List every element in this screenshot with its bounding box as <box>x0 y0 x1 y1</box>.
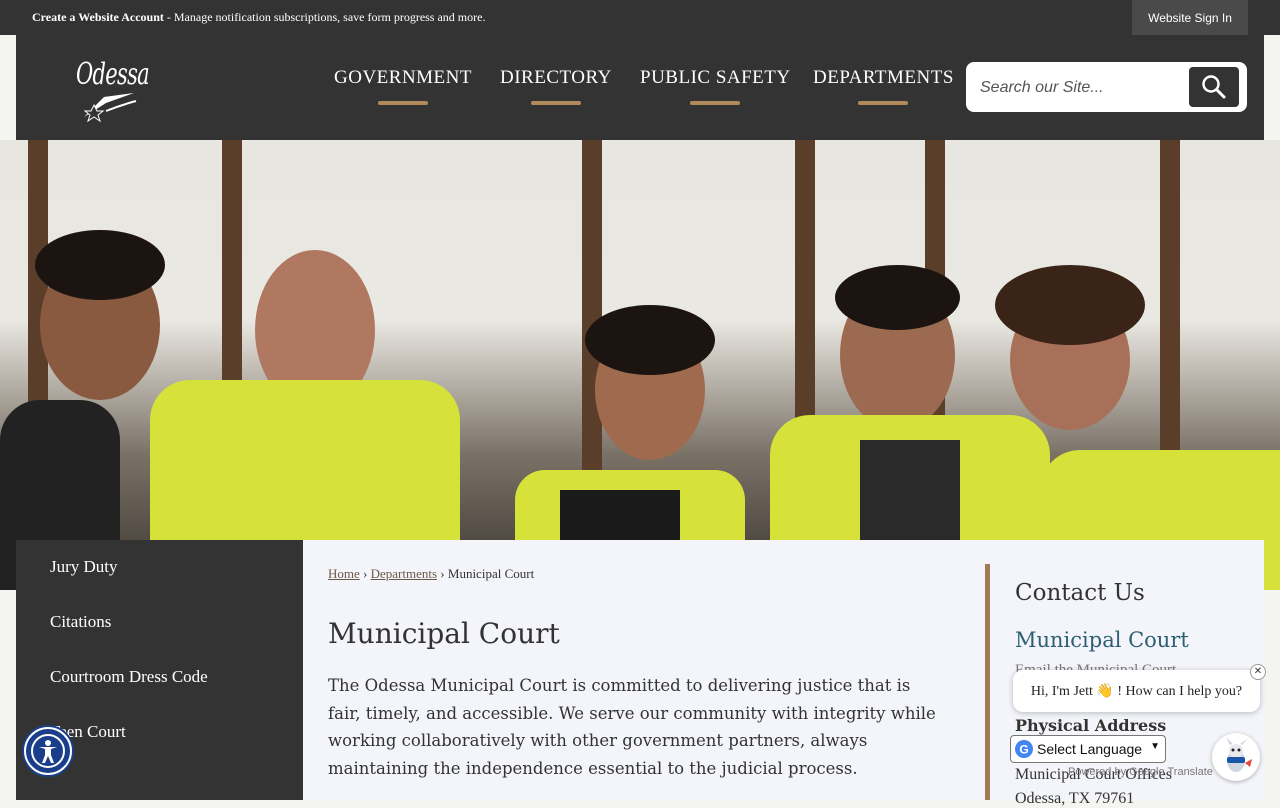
chatbot-avatar-button[interactable] <box>1212 733 1260 781</box>
search-button[interactable] <box>1189 67 1239 107</box>
hero-hair <box>35 230 165 300</box>
svg-text:G: G <box>1019 743 1028 757</box>
page-description: The Odessa Municipal Court is committed … <box>328 676 936 778</box>
search-input[interactable] <box>978 72 1182 104</box>
nav-underline <box>858 101 909 105</box>
chevron-down-icon: ▼ <box>1150 741 1160 752</box>
contact-department-link[interactable]: Municipal Court <box>1015 628 1189 652</box>
hero-photo <box>0 140 1280 590</box>
hero-hair <box>995 265 1145 345</box>
breadcrumb-home[interactable]: Home <box>328 566 360 581</box>
hero-hair <box>585 305 715 375</box>
nav-directory[interactable]: DIRECTORY <box>500 67 612 105</box>
nav-directory-label: DIRECTORY <box>500 67 612 88</box>
create-account-link[interactable]: Create a Website Account <box>32 10 164 24</box>
sidebar-item-citations[interactable]: Citations <box>50 612 111 632</box>
search-icon <box>1202 75 1226 99</box>
page-title: Municipal Court <box>328 617 560 650</box>
breadcrumb-separator: › <box>363 566 368 581</box>
utility-bar: Create a Website Account - Manage notifi… <box>0 0 1280 35</box>
breadcrumb-separator: › <box>440 566 445 581</box>
contact-heading: Contact Us <box>1015 580 1145 606</box>
account-message: Create a Website Account - Manage notifi… <box>32 10 485 25</box>
breadcrumb: Home › Departments › Municipal Court <box>328 566 534 582</box>
accessibility-button[interactable] <box>24 727 72 775</box>
language-select[interactable]: G Select Language ▼ <box>1010 735 1166 763</box>
language-select-label: Select Language <box>1037 741 1143 757</box>
address-line-2: Odessa, TX 79761 <box>1015 790 1135 807</box>
panel-divider <box>985 564 990 800</box>
odessa-logo[interactable]: Odessa <box>76 53 151 128</box>
nav-government-label: GOVERNMENT <box>334 67 472 88</box>
breadcrumb-departments[interactable]: Departments <box>371 566 437 581</box>
site-search <box>966 62 1247 112</box>
sidebar-item-jury-duty[interactable]: Jury Duty <box>50 557 118 577</box>
jett-mascot-icon <box>1226 737 1252 772</box>
nav-public-safety-label: PUBLIC SAFETY <box>640 67 791 88</box>
breadcrumb-current: Municipal Court <box>447 566 535 581</box>
powered-by-google-translate: Powered by Google Translate <box>1068 766 1213 778</box>
physical-address-heading: Physical Address <box>1015 716 1167 735</box>
main-content: Home › Departments › Municipal Court Mun… <box>303 540 985 800</box>
nav-underline <box>378 101 428 105</box>
website-sign-in-button[interactable]: Website Sign In <box>1132 0 1248 35</box>
site-header: Odessa GOVERNMENT DIRECTORY PUBLIC SAFET… <box>16 35 1264 140</box>
nav-underline <box>690 101 741 105</box>
account-description: - Manage notification subscriptions, sav… <box>163 10 486 24</box>
accessibility-icon <box>31 734 65 768</box>
chat-close-icon[interactable]: ✕ <box>1250 664 1266 680</box>
nav-departments-label: DEPARTMENTS <box>813 67 954 88</box>
google-g-icon: G <box>1015 740 1033 758</box>
nav-government[interactable]: GOVERNMENT <box>334 67 472 105</box>
nav-public-safety[interactable]: PUBLIC SAFETY <box>640 67 791 105</box>
hero-hair <box>835 265 960 330</box>
chat-greeting-bubble[interactable]: Hi, I'm Jett 👋 ! How can I help you? <box>1013 670 1260 712</box>
logo-star-icon <box>83 93 137 123</box>
sidebar-item-courtroom-dress-code[interactable]: Courtroom Dress Code <box>50 667 208 687</box>
nav-departments[interactable]: DEPARTMENTS <box>813 67 954 105</box>
nav-underline <box>530 101 581 105</box>
